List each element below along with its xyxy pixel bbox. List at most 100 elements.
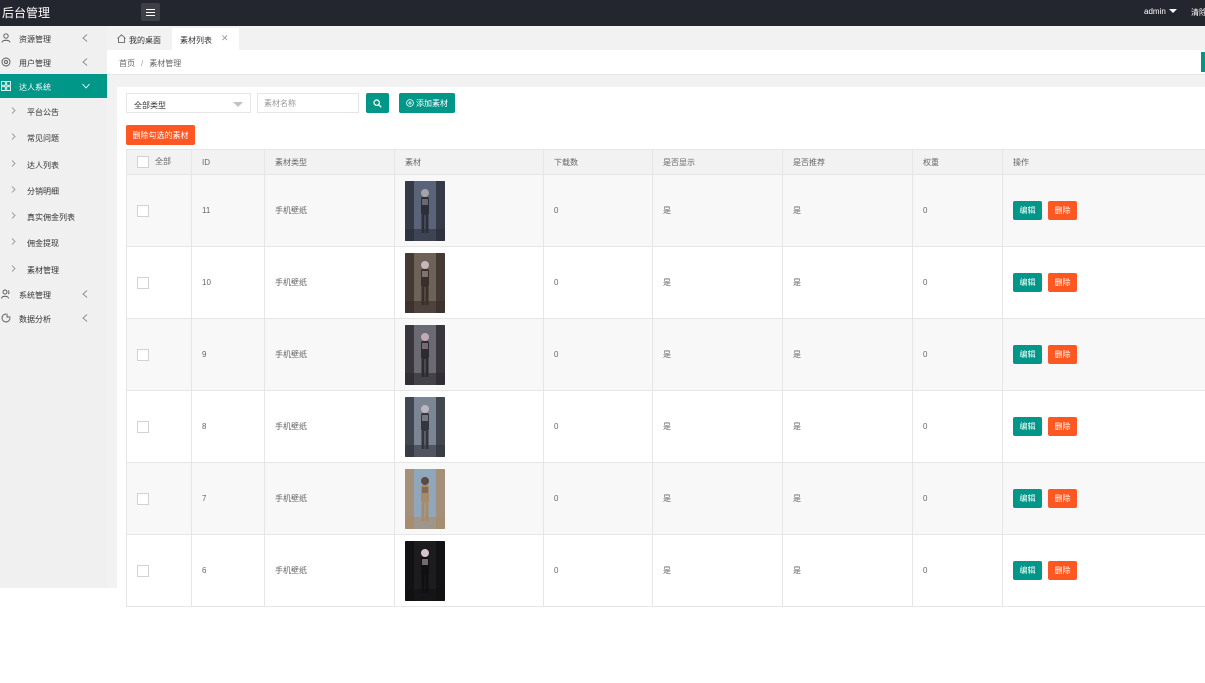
- refresh-button[interactable]: [1201, 52, 1205, 72]
- row-checkbox[interactable]: [137, 564, 149, 577]
- row-type: 手机壁纸: [264, 174, 395, 247]
- row-checkbox[interactable]: [137, 204, 149, 217]
- edit-button[interactable]: 编辑: [1013, 417, 1042, 436]
- row-select-cell: [126, 246, 192, 319]
- add-material-button[interactable]: 添加素材: [399, 93, 455, 113]
- material-thumbnail[interactable]: [405, 324, 445, 385]
- breadcrumb-home[interactable]: 首页: [119, 59, 135, 68]
- search-icon: [373, 98, 382, 108]
- delete-button[interactable]: 删除: [1048, 201, 1077, 220]
- grid-icon: [1, 81, 11, 91]
- delete-button[interactable]: 删除: [1048, 345, 1077, 364]
- sidebar-subitem[interactable]: 平台公告: [0, 98, 107, 124]
- sidebar-subitem-label: 佣金提现: [27, 239, 59, 249]
- edit-button[interactable]: 编辑: [1013, 489, 1042, 508]
- row-id: 10: [191, 246, 265, 319]
- caret-down-icon: [233, 102, 243, 107]
- material-thumbnail[interactable]: [405, 468, 445, 529]
- material-thumbnail[interactable]: [405, 252, 445, 313]
- row-id: 11: [191, 174, 265, 247]
- sidebar-subitem[interactable]: 素材管理: [0, 256, 107, 282]
- table-header-row: 全部 ID 素材类型 素材 下载数 是否显示 是否推荐 权重 操作: [126, 149, 1205, 175]
- chevron-right-icon: [11, 264, 16, 272]
- row-recommended: 是: [782, 534, 913, 607]
- users-icon: [1, 289, 10, 299]
- row-id: 9: [191, 318, 265, 391]
- breadcrumb-separator: /: [141, 59, 144, 68]
- user-icon: [1, 33, 11, 43]
- tab-bar: 我的桌面 素材列表 ✕: [107, 26, 1205, 50]
- row-actions: 编辑 删除: [1002, 390, 1205, 463]
- row-downloads: 0: [543, 246, 653, 319]
- material-thumbnail[interactable]: [405, 180, 445, 241]
- row-shown: 是: [652, 390, 783, 463]
- sidebar-item-analytics[interactable]: 数据分析: [0, 306, 107, 330]
- menu-toggle-button[interactable]: [141, 3, 160, 21]
- material-thumbnail[interactable]: [405, 540, 445, 601]
- table-row: 9 手机壁纸 0 是是 0 编辑 删除: [126, 318, 1205, 391]
- tab-material-list[interactable]: 素材列表 ✕: [172, 28, 239, 50]
- header-downloads: 下载数: [543, 149, 653, 175]
- table-row: 11 手机壁纸 0 是是 0 编辑 删除: [126, 174, 1205, 247]
- topbar-clear-link[interactable]: 清除: [1191, 7, 1205, 18]
- edit-button[interactable]: 编辑: [1013, 345, 1042, 364]
- edit-button[interactable]: 编辑: [1013, 561, 1042, 580]
- row-material-cell: [394, 246, 544, 319]
- material-thumbnail[interactable]: [405, 396, 445, 457]
- row-actions: 编辑 删除: [1002, 318, 1205, 391]
- sidebar-item-talent-system[interactable]: 达人系统: [0, 74, 107, 98]
- header-material: 素材: [394, 149, 544, 175]
- delete-button[interactable]: 删除: [1048, 273, 1077, 292]
- row-select-cell: [126, 174, 192, 247]
- edit-button[interactable]: 编辑: [1013, 273, 1042, 292]
- edit-button[interactable]: 编辑: [1013, 201, 1042, 220]
- sidebar-subitem-label: 达人列表: [27, 160, 59, 170]
- select-all-checkbox[interactable]: [137, 156, 149, 168]
- plus-circle-icon: [406, 99, 414, 107]
- row-type: 手机壁纸: [264, 318, 395, 391]
- caret-down-icon: [1168, 9, 1177, 13]
- row-shown: 是: [652, 318, 783, 391]
- tab-my-desktop[interactable]: 我的桌面: [114, 28, 174, 50]
- type-select[interactable]: 全部类型: [126, 93, 251, 113]
- row-checkbox[interactable]: [137, 348, 149, 361]
- delete-button[interactable]: 删除: [1048, 489, 1077, 508]
- material-name-input[interactable]: [257, 93, 359, 113]
- row-recommended: 是: [782, 390, 913, 463]
- row-checkbox[interactable]: [137, 420, 149, 433]
- row-checkbox[interactable]: [137, 276, 149, 289]
- delete-button[interactable]: 删除: [1048, 417, 1077, 436]
- header-id: ID: [191, 149, 265, 175]
- row-material-cell: [394, 462, 544, 535]
- sidebar-subitem[interactable]: 佣金提现: [0, 229, 107, 255]
- sidebar-subitem[interactable]: 达人列表: [0, 151, 107, 177]
- sidebar-item-system[interactable]: 系统管理: [0, 282, 107, 306]
- row-material-cell: [394, 534, 544, 607]
- materials-table: 全部 ID 素材类型 素材 下载数 是否显示 是否推荐 权重 操作 11 手机壁纸…: [126, 149, 1205, 607]
- sidebar-subitem[interactable]: 分销明细: [0, 177, 107, 203]
- delete-button[interactable]: 删除: [1048, 561, 1077, 580]
- row-recommended: 是: [782, 174, 913, 247]
- row-material-cell: [394, 390, 544, 463]
- header-weight: 权重: [912, 149, 1003, 175]
- chevron-left-icon: [82, 34, 88, 42]
- close-icon[interactable]: ✕: [221, 33, 229, 44]
- table-body: 11 手机壁纸 0 是是 0 编辑 删除 10 手机壁纸 0 是是 0 编辑 删除 9 手机壁纸 0 是是 0 编辑删…: [126, 174, 1205, 607]
- delete-selected-button[interactable]: 删除勾选的素材: [126, 125, 195, 145]
- sidebar-subitem[interactable]: 常见问题: [0, 124, 107, 150]
- sidebar-subitem[interactable]: 真实佣金列表: [0, 203, 107, 229]
- user-menu[interactable]: admin: [1144, 7, 1177, 16]
- chevron-right-icon: [11, 212, 16, 219]
- row-weight: 0: [912, 390, 1003, 463]
- tab-label: 我的桌面: [129, 36, 161, 45]
- sidebar-item-users[interactable]: 用户管理: [0, 50, 107, 74]
- sidebar-item-resources[interactable]: 资源管理: [0, 26, 107, 50]
- search-button[interactable]: [366, 93, 389, 113]
- chevron-right-icon: [11, 133, 16, 141]
- settings-icon: [1, 57, 11, 67]
- row-type: 手机壁纸: [264, 534, 395, 607]
- row-downloads: 0: [543, 390, 653, 463]
- row-weight: 0: [912, 462, 1003, 535]
- row-checkbox[interactable]: [137, 492, 149, 505]
- row-recommended: 是: [782, 246, 913, 319]
